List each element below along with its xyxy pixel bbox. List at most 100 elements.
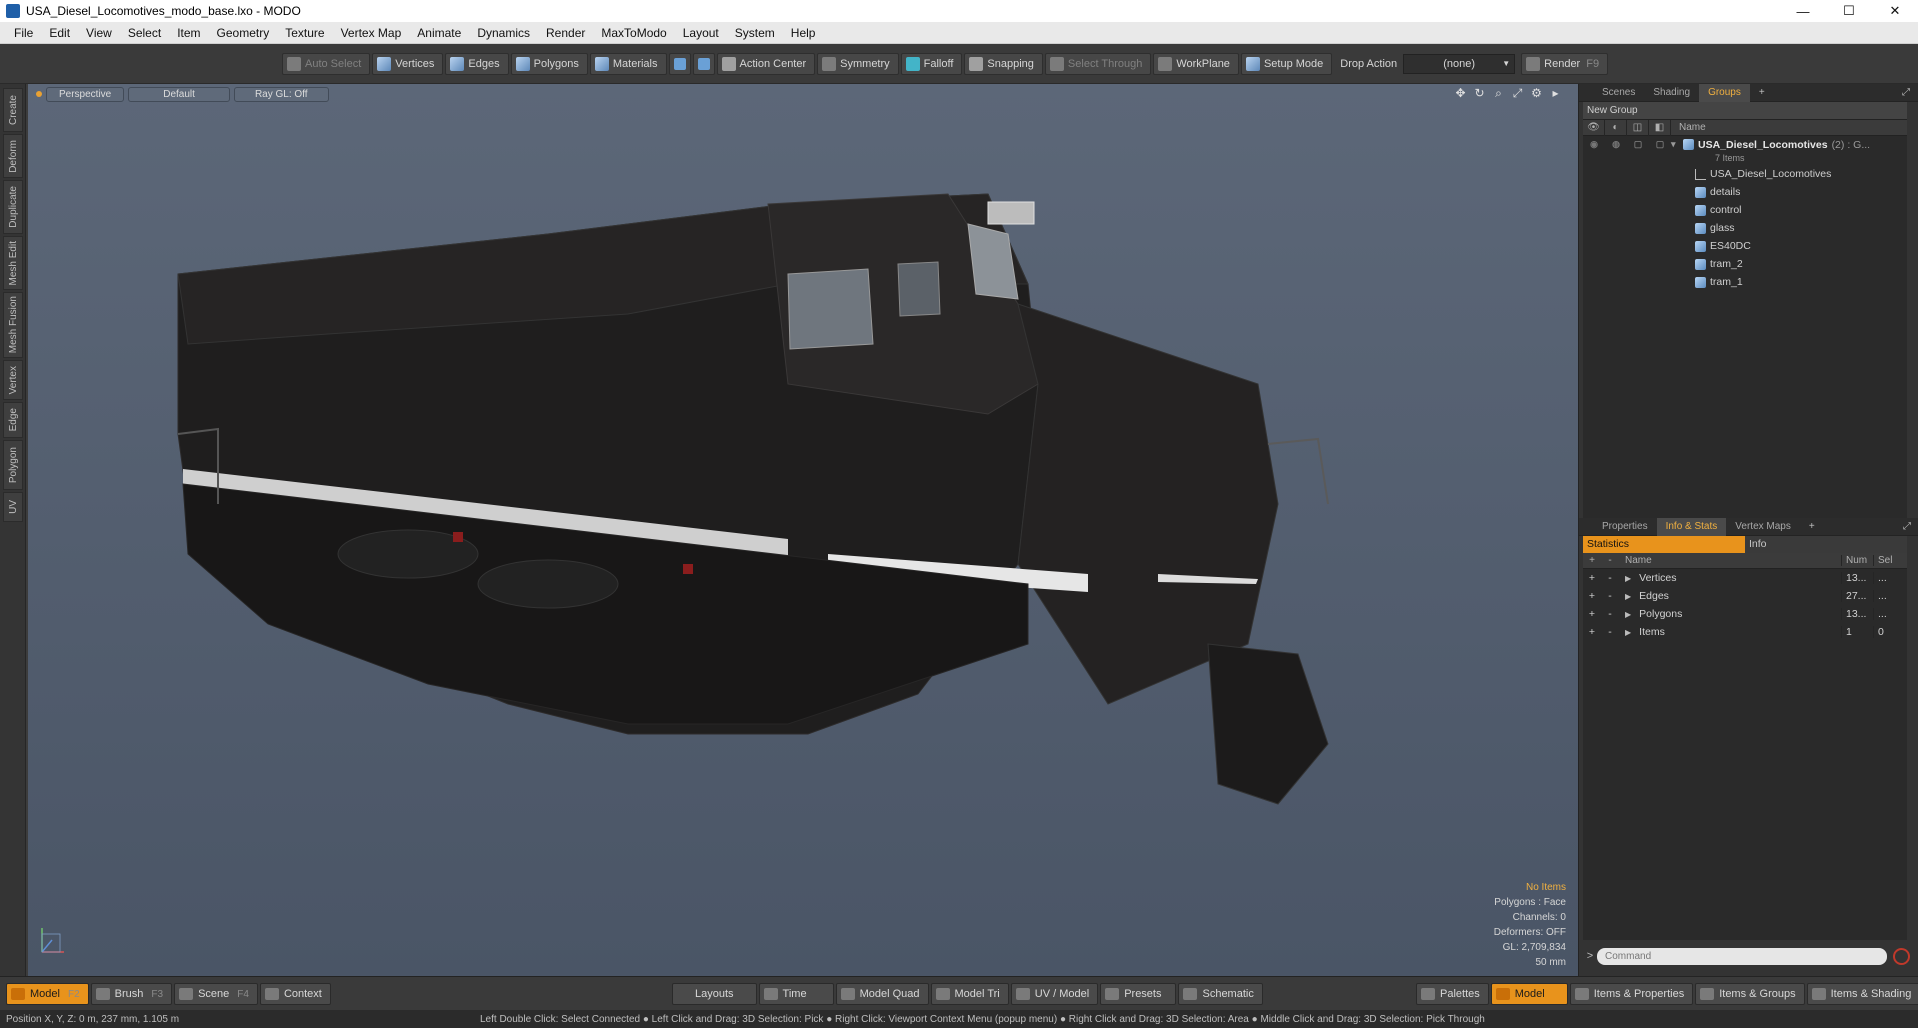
plus-icon[interactable]: +: [1583, 572, 1601, 584]
menu-render[interactable]: Render: [538, 22, 593, 44]
workplane-button[interactable]: WorkPlane: [1153, 53, 1239, 75]
model-tri-button[interactable]: Model Tri: [930, 983, 1009, 1005]
new-group-button[interactable]: New Group: [1583, 102, 1907, 120]
scene-layout-button[interactable]: Scene F4: [174, 983, 258, 1005]
group-row[interactable]: ◉ ◍ ▢ ▢ ▾ USA_Diesel_Locomotives (2) : G...: [1583, 136, 1907, 153]
items-shading-button[interactable]: Items & Shading: [1806, 983, 1918, 1005]
brush-layout-button[interactable]: Brush F3: [90, 983, 173, 1005]
expand-all-header[interactable]: +: [1583, 555, 1601, 566]
table-row[interactable]: + - ▶ Items 1 0: [1583, 623, 1907, 641]
expand-triangle-icon[interactable]: ▶: [1625, 592, 1631, 601]
menu-edit[interactable]: Edit: [41, 22, 78, 44]
tab-properties[interactable]: Properties: [1593, 518, 1657, 536]
table-row[interactable]: + - ▶ Polygons 13... ...: [1583, 605, 1907, 623]
list-item[interactable]: details: [1583, 183, 1907, 201]
presets-button[interactable]: Presets: [1100, 983, 1177, 1005]
add-tab-button[interactable]: +: [1750, 84, 1774, 102]
plus-icon[interactable]: +: [1583, 590, 1601, 602]
shading-style-dropdown[interactable]: Default: [128, 86, 230, 102]
render-icon[interactable]: ◍: [1605, 139, 1627, 150]
3d-viewport[interactable]: Perspective Default Ray GL: Off ✥ ↻ ⌕ ⤢ …: [28, 84, 1578, 976]
list-item[interactable]: USA_Diesel_Locomotives: [1583, 165, 1907, 183]
materials-mode-button[interactable]: Materials: [589, 53, 667, 75]
add-tab-button[interactable]: +: [1800, 518, 1824, 536]
list-item[interactable]: control: [1583, 201, 1907, 219]
maximize-viewport-icon[interactable]: ⤢: [1511, 87, 1524, 100]
menu-help[interactable]: Help: [783, 22, 824, 44]
tab-mesh-edit[interactable]: Mesh Edit: [3, 236, 23, 290]
expand-triangle-icon[interactable]: ▶: [1625, 610, 1631, 619]
expand-arrow-icon[interactable]: ▸: [1549, 87, 1562, 100]
items-groups-button[interactable]: Items & Groups: [1695, 983, 1805, 1005]
menu-view[interactable]: View: [78, 22, 120, 44]
list-item[interactable]: tram_1: [1583, 273, 1907, 291]
vertices-mode-button[interactable]: Vertices: [372, 53, 444, 75]
tab-uv[interactable]: UV: [3, 492, 23, 522]
minus-icon[interactable]: -: [1601, 626, 1619, 638]
layouts-button[interactable]: Layouts: [672, 983, 757, 1005]
subtab-info[interactable]: Info: [1745, 536, 1907, 553]
command-input[interactable]: Command: [1597, 947, 1887, 965]
table-row[interactable]: + - ▶ Edges 27... ...: [1583, 587, 1907, 605]
tab-duplicate[interactable]: Duplicate: [3, 180, 23, 234]
list-item[interactable]: glass: [1583, 219, 1907, 237]
collapse-arrow-icon[interactable]: ▾: [1671, 139, 1683, 150]
polygons-mode-button[interactable]: Polygons: [510, 53, 588, 75]
time-layout-button[interactable]: Time: [758, 983, 834, 1005]
tab-info-stats[interactable]: Info & Stats: [1656, 517, 1727, 536]
schematic-button[interactable]: Schematic: [1178, 983, 1263, 1005]
tab-deform[interactable]: Deform: [3, 134, 23, 178]
model-tab-button[interactable]: Model: [1490, 983, 1568, 1005]
tab-vertex-maps[interactable]: Vertex Maps: [1726, 518, 1800, 536]
collapse-all-header[interactable]: -: [1601, 555, 1619, 566]
minimize-button[interactable]: —: [1780, 0, 1826, 22]
render-button[interactable]: Render F9: [1521, 53, 1609, 75]
zoom-icon[interactable]: ⌕: [1492, 87, 1505, 100]
plus-icon[interactable]: +: [1583, 626, 1601, 638]
expand-panel-icon[interactable]: ⤢: [1903, 521, 1911, 532]
menu-texture[interactable]: Texture: [277, 22, 332, 44]
falloff-button[interactable]: Falloff: [900, 53, 963, 75]
close-button[interactable]: ✕: [1872, 0, 1918, 22]
minus-icon[interactable]: -: [1601, 608, 1619, 620]
tab-create[interactable]: Create: [3, 88, 23, 132]
subtab-statistics[interactable]: Statistics: [1583, 536, 1745, 553]
menu-system[interactable]: System: [727, 22, 783, 44]
menu-animate[interactable]: Animate: [409, 22, 469, 44]
pivot-mode-button[interactable]: [692, 53, 715, 75]
action-center-button[interactable]: Action Center: [716, 53, 816, 75]
tab-polygon[interactable]: Polygon: [3, 440, 23, 490]
tab-mesh-fusion[interactable]: Mesh Fusion: [3, 292, 23, 358]
tab-scenes[interactable]: Scenes: [1593, 84, 1644, 102]
item-mode-button[interactable]: [668, 53, 691, 75]
symmetry-button[interactable]: Symmetry: [817, 53, 899, 75]
select-through-button[interactable]: Select Through: [1044, 53, 1152, 75]
setup-mode-button[interactable]: Setup Mode: [1240, 53, 1333, 75]
render-column-icon[interactable]: ◐: [1605, 119, 1627, 136]
viewport-menu-dot-icon[interactable]: [36, 91, 42, 97]
menu-file[interactable]: File: [6, 22, 41, 44]
table-row[interactable]: + - ▶ Vertices 13... ...: [1583, 569, 1907, 587]
rotate-icon[interactable]: ↻: [1473, 87, 1486, 100]
list-item[interactable]: ES40DC: [1583, 237, 1907, 255]
eye-icon[interactable]: ◉: [1583, 139, 1605, 150]
view-type-dropdown[interactable]: Perspective: [46, 86, 125, 102]
menu-item[interactable]: Item: [169, 22, 208, 44]
expand-triangle-icon[interactable]: ▶: [1625, 574, 1631, 583]
gear-icon[interactable]: ⚙: [1530, 87, 1543, 100]
stop-icon[interactable]: [1893, 947, 1910, 965]
menu-geometry[interactable]: Geometry: [209, 22, 278, 44]
auto-select-button[interactable]: Auto Select: [282, 53, 371, 75]
menu-maxtomodo[interactable]: MaxToModo: [593, 22, 674, 44]
model-quad-button[interactable]: Model Quad: [835, 983, 929, 1005]
menu-select[interactable]: Select: [120, 22, 169, 44]
raygl-dropdown[interactable]: Ray GL: Off: [233, 86, 329, 102]
lock-icon[interactable]: ▢: [1627, 139, 1649, 150]
tab-vertex[interactable]: Vertex: [3, 360, 23, 400]
edges-mode-button[interactable]: Edges: [445, 53, 509, 75]
drop-action-select[interactable]: (none) ▼: [1403, 54, 1516, 74]
tab-groups[interactable]: Groups: [1699, 83, 1750, 102]
maximize-button[interactable]: ☐: [1826, 0, 1872, 22]
expand-panel-icon[interactable]: ⤢: [1902, 87, 1910, 98]
menu-dynamics[interactable]: Dynamics: [469, 22, 538, 44]
